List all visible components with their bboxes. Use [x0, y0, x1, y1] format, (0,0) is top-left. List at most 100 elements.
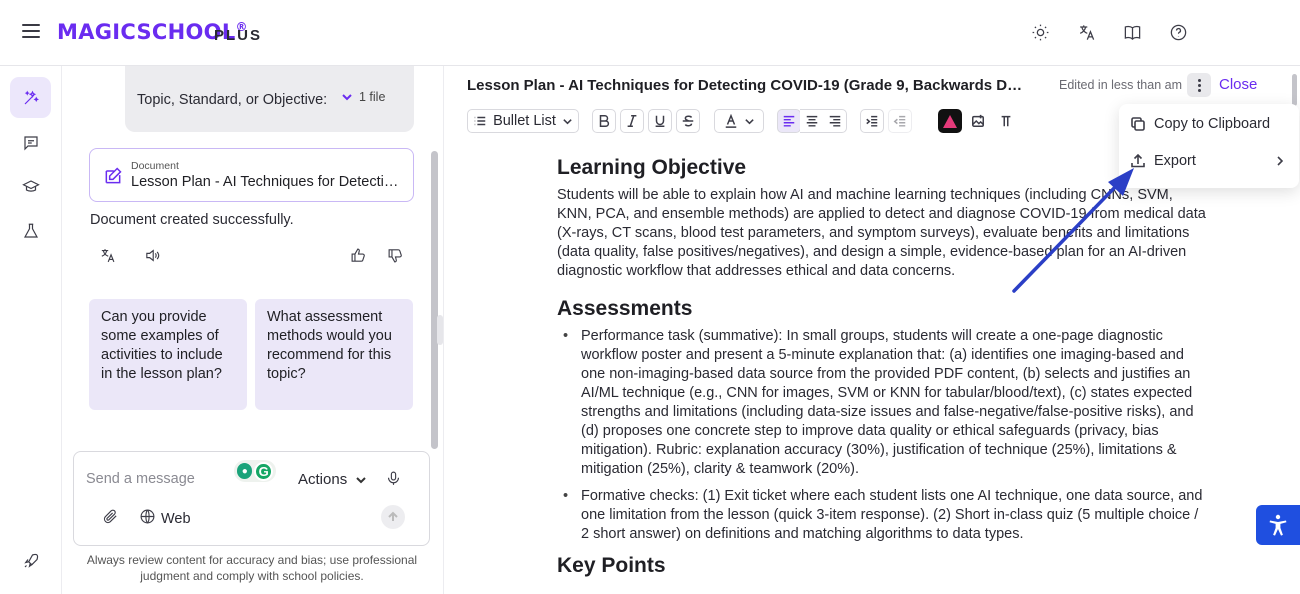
document-scrollbar[interactable]: [1292, 74, 1297, 106]
document-card-title: Lesson Plan - AI Techniques for Detectin…: [131, 174, 406, 190]
edited-status: Edited in less than am: [1059, 78, 1182, 92]
paragraph-button[interactable]: [994, 109, 1018, 133]
file-count: 1 file: [359, 90, 386, 104]
text-color-icon: [725, 114, 736, 128]
arrow-up-icon: [388, 511, 398, 521]
message-input[interactable]: [86, 468, 216, 490]
chevron-right-icon: [1277, 156, 1284, 166]
globe-icon: [139, 508, 156, 529]
align-left-icon: [783, 115, 795, 127]
accessibility-icon: [1269, 514, 1287, 536]
align-center-button[interactable]: [800, 109, 824, 133]
translate-icon[interactable]: [98, 246, 116, 264]
grammarly-icon: G: [254, 461, 273, 481]
rail-item-labs[interactable]: [10, 210, 51, 251]
indent-icon: [866, 115, 878, 127]
list-style-label: Bullet List: [493, 113, 556, 129]
menu-icon[interactable]: [22, 24, 40, 40]
align-right-button[interactable]: [823, 109, 847, 133]
close-button[interactable]: Close: [1219, 76, 1257, 93]
rail-item-tools[interactable]: [10, 77, 51, 118]
pilcrow-icon: [1001, 115, 1011, 127]
export-item[interactable]: Export: [1119, 143, 1299, 179]
list-icon: [474, 116, 486, 126]
send-button[interactable]: [381, 505, 405, 529]
rocket-icon: [23, 553, 38, 568]
suggestion-chip-assessment[interactable]: What assessment methods would you recomm…: [255, 299, 413, 410]
graduation-cap-icon: [21, 179, 40, 192]
image-edit-icon: [972, 114, 984, 127]
actions-label: Actions: [298, 471, 348, 488]
message-composer: ● G Actions Web: [73, 451, 430, 546]
assessments-heading: Assessments: [557, 297, 693, 320]
top-bar: MAGICSCHOOL® PLUS: [0, 0, 1300, 66]
copy-label: Copy to Clipboard: [1154, 116, 1271, 132]
actions-dropdown[interactable]: Actions: [298, 471, 367, 488]
chevron-down-icon: [356, 476, 366, 483]
paperclip-icon[interactable]: [102, 508, 120, 526]
help-icon[interactable]: [1168, 22, 1188, 42]
document-title: Lesson Plan - AI Techniques for Detectin…: [467, 77, 1027, 94]
magic-wand-icon: [24, 90, 39, 104]
options-menu: Copy to Clipboard Export: [1119, 104, 1299, 188]
grammarly-bulb-icon: ●: [237, 463, 253, 479]
indent-button[interactable]: [860, 109, 884, 133]
edit-document-icon: [105, 167, 122, 184]
align-right-icon: [829, 115, 840, 127]
chat-icon: [23, 135, 38, 150]
status-message: Document created successfully.: [90, 212, 294, 228]
copy-to-clipboard-item[interactable]: Copy to Clipboard: [1119, 106, 1299, 142]
chat-scrollbar[interactable]: [431, 151, 438, 449]
strikethrough-icon: [682, 115, 694, 127]
align-left-button[interactable]: [777, 109, 801, 133]
adobe-express-icon: [943, 114, 957, 128]
speaker-icon[interactable]: [143, 246, 161, 264]
list-item: Formative checks: (1) Exit ticket where …: [557, 487, 1207, 544]
microphone-icon[interactable]: [385, 470, 403, 488]
accessibility-button[interactable]: [1256, 505, 1300, 545]
upload-icon: [1131, 153, 1145, 168]
chevron-down-icon: [342, 94, 352, 101]
flask-icon: [23, 223, 38, 238]
rail-item-learn[interactable]: [10, 166, 51, 207]
objective-text: Students will be able to explain how AI …: [557, 187, 1206, 279]
document-content[interactable]: Learning Objective Students will be able…: [557, 156, 1207, 584]
chat-panel: Topic, Standard, or Objective: 1 file Do…: [62, 66, 442, 594]
adobe-express-button[interactable]: [938, 109, 962, 133]
web-search-toggle[interactable]: Web: [139, 508, 191, 529]
insert-image-button[interactable]: [966, 109, 990, 133]
document-kind: Document: [131, 160, 179, 172]
bold-icon: [599, 115, 610, 127]
strikethrough-button[interactable]: [676, 109, 700, 133]
underline-icon: [655, 115, 665, 127]
chevron-down-icon: [744, 118, 754, 124]
assessments-list: Performance task (summative): In small g…: [557, 327, 1207, 544]
outdent-button[interactable]: [888, 109, 912, 133]
left-rail: [0, 66, 62, 594]
objective-heading: Learning Objective: [557, 156, 747, 179]
document-card[interactable]: Document Lesson Plan - AI Techniques for…: [89, 148, 414, 202]
prompt-label: Topic, Standard, or Objective:: [137, 92, 328, 108]
list-style-dropdown[interactable]: Bullet List: [467, 109, 579, 133]
bold-button[interactable]: [592, 109, 616, 133]
plan-badge: PLUS: [214, 27, 263, 44]
copy-icon: [1131, 117, 1145, 131]
formatting-toolbar: Bullet List: [467, 109, 1167, 135]
list-item: Performance task (summative): In small g…: [557, 327, 1207, 479]
rail-item-launch[interactable]: [10, 540, 51, 581]
sun-icon[interactable]: [1030, 22, 1050, 42]
grammarly-widget[interactable]: ● G: [234, 460, 276, 482]
suggestion-chip-activities[interactable]: Can you provide some examples of activit…: [89, 299, 247, 410]
underline-button[interactable]: [648, 109, 672, 133]
more-options-button[interactable]: [1187, 73, 1211, 97]
align-center-icon: [806, 115, 817, 127]
thumbs-up-icon[interactable]: [349, 246, 367, 264]
italic-icon: [627, 115, 637, 127]
rail-item-chat[interactable]: [10, 122, 51, 163]
attached-files-toggle[interactable]: 1 file: [341, 90, 385, 104]
translate-icon[interactable]: [1076, 22, 1096, 42]
text-color-dropdown[interactable]: [714, 109, 764, 133]
thumbs-down-icon[interactable]: [386, 246, 404, 264]
italic-button[interactable]: [620, 109, 644, 133]
book-icon[interactable]: [1122, 22, 1142, 42]
